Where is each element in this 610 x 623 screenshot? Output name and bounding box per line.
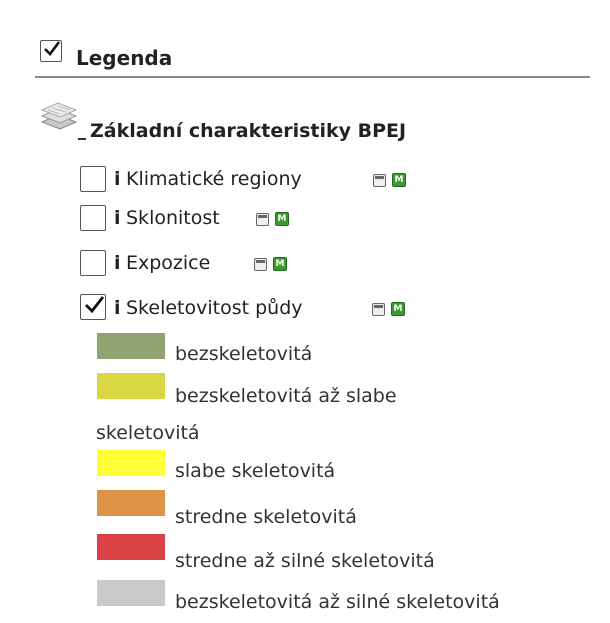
metadata-icon[interactable]: M [275,212,289,226]
color-swatch [97,373,165,399]
layer-label-sklonitost: Sklonitost [126,207,220,229]
legend-item-label: stredne skeletovitá [175,506,357,528]
legend-title: Legenda [76,46,173,70]
layer-checkbox-sklonitost[interactable] [80,205,106,231]
legend-item-label: bezskeletovitá [175,343,313,365]
color-swatch [97,450,165,476]
legend-item-label: bezskeletovitá až silné skeletovitá [175,591,500,613]
layer-checkbox-skeletovitost[interactable] [80,294,106,320]
legend-item-label: stredne až silné skeletovitá [175,550,435,572]
legend-divider [35,76,590,78]
layer-checkbox-expozice[interactable] [80,250,106,276]
metadata-icon[interactable]: M [392,173,406,187]
legend-checkbox[interactable] [40,40,62,62]
color-swatch [97,580,165,606]
stacked-layers-icon [38,98,80,138]
window-icon[interactable] [256,213,269,226]
layer-checkbox-klimaticke-regiony[interactable] [80,166,106,192]
legend-item-label: bezskeletovitá až slabe [175,385,397,407]
window-icon[interactable] [372,303,385,316]
layer-label-klimaticke-regiony: Klimatické regiony [126,168,302,190]
metadata-icon[interactable]: M [391,302,405,316]
legend-item-label: slabe skeletovitá [175,460,336,482]
color-swatch [97,490,165,516]
info-icon[interactable]: i [114,168,121,190]
layer-label-skeletovitost: Skeletovitost půdy [126,297,303,319]
info-icon[interactable]: i [114,207,121,229]
legend-item-label-cont: skeletovitá [96,422,200,444]
info-icon[interactable]: i [114,297,121,319]
info-icon[interactable]: i [114,252,121,274]
color-swatch [97,534,165,560]
window-icon[interactable] [254,258,267,271]
layer-label-expozice: Expozice [126,252,211,274]
color-swatch [97,333,165,359]
group-title: Základní charakteristiky BPEJ [90,120,407,142]
metadata-icon[interactable]: M [273,257,287,271]
minus-icon[interactable] [78,138,86,140]
window-icon[interactable] [373,174,386,187]
